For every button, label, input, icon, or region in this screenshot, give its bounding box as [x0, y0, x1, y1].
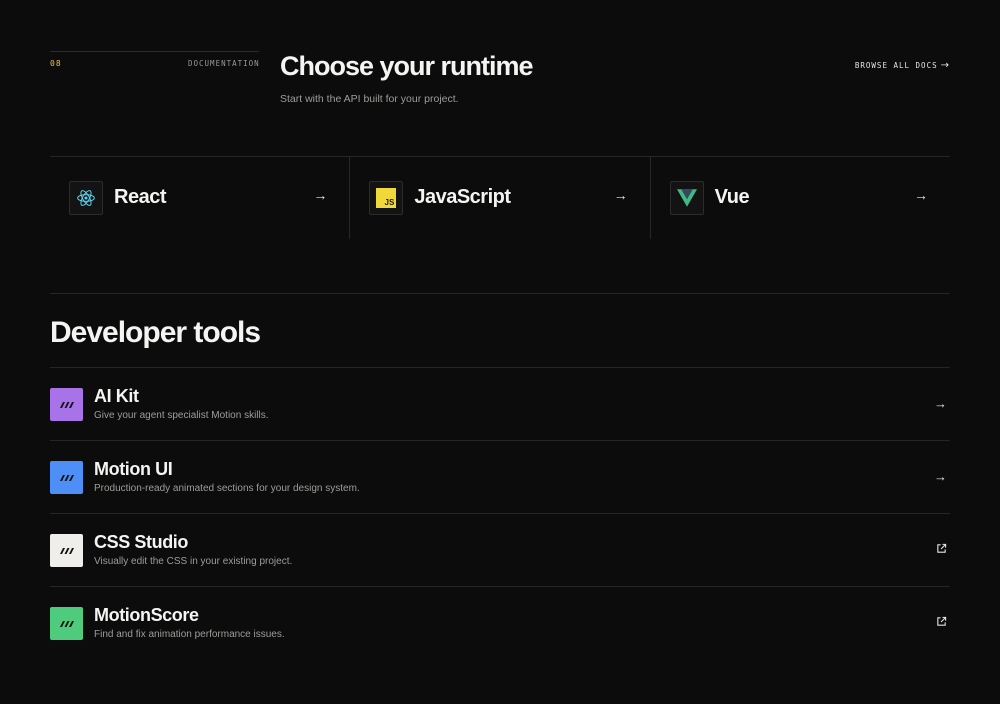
arrow-right-icon: →	[913, 187, 928, 203]
page-title: Choose your runtime	[280, 51, 534, 81]
external-link-icon	[936, 542, 947, 557]
arrow-right-icon: →	[313, 187, 328, 203]
section-divider	[50, 293, 950, 294]
tool-name: MotionScore	[94, 605, 199, 625]
tools-list: AI Kit Give your agent specialist Motion…	[50, 367, 950, 659]
tool-description: Visually edit the CSS in your existing p…	[94, 556, 293, 567]
browse-all-docs-label: BROWSE ALL DOCS	[854, 61, 938, 70]
runtime-name: JavaScript	[414, 186, 511, 208]
runtime-list: React → JS JavaScript → Vue →	[50, 156, 950, 239]
browse-all-docs-link[interactable]: BROWSE ALL DOCS →	[855, 60, 950, 71]
arrow-right-icon: →	[934, 469, 947, 484]
runtime-card-react[interactable]: React →	[50, 157, 351, 239]
javascript-icon: JS	[369, 181, 404, 215]
tool-name: AI Kit	[94, 386, 139, 406]
section-number: 08	[50, 59, 62, 68]
motion-logo-icon	[50, 461, 83, 494]
section-header: 08 DOCUMENTATION Choose your runtime Sta…	[50, 51, 950, 111]
runtime-card-javascript[interactable]: JS JavaScript →	[350, 157, 651, 239]
motion-logo-icon	[50, 388, 83, 421]
tool-row-motionscore[interactable]: MotionScore Find and fix animation perfo…	[50, 586, 950, 659]
motion-logo-icon	[50, 534, 83, 567]
arrow-right-icon: →	[934, 396, 947, 411]
runtime-name: Vue	[714, 186, 750, 208]
tool-row-css-studio[interactable]: CSS Studio Visually edit the CSS in your…	[50, 513, 950, 586]
tool-description: Production-ready animated sections for y…	[94, 483, 360, 494]
tool-name: CSS Studio	[94, 532, 188, 552]
section-label: DOCUMENTATION	[188, 59, 260, 68]
motion-logo-icon	[50, 607, 83, 640]
tool-row-ai-kit[interactable]: AI Kit Give your agent specialist Motion…	[50, 367, 950, 440]
react-icon	[69, 181, 103, 215]
tool-description: Give your agent specialist Motion skills…	[94, 410, 269, 421]
section-rule	[50, 51, 259, 52]
tool-description: Find and fix animation performance issue…	[94, 629, 285, 640]
tool-row-motion-ui[interactable]: Motion UI Production-ready animated sect…	[50, 440, 950, 513]
runtime-name: React	[114, 186, 166, 208]
external-link-icon	[936, 615, 947, 630]
runtime-card-vue[interactable]: Vue →	[651, 157, 950, 239]
tools-heading: Developer tools	[50, 316, 261, 349]
page-subtitle: Start with the API built for your projec…	[280, 93, 459, 105]
javascript-icon-text: JS	[384, 198, 395, 207]
page: 08 DOCUMENTATION Choose your runtime Sta…	[0, 0, 1000, 704]
vue-icon	[669, 181, 704, 215]
tool-name: Motion UI	[94, 459, 173, 479]
arrow-right-icon: →	[613, 187, 628, 203]
arrow-right-icon: →	[940, 60, 950, 71]
